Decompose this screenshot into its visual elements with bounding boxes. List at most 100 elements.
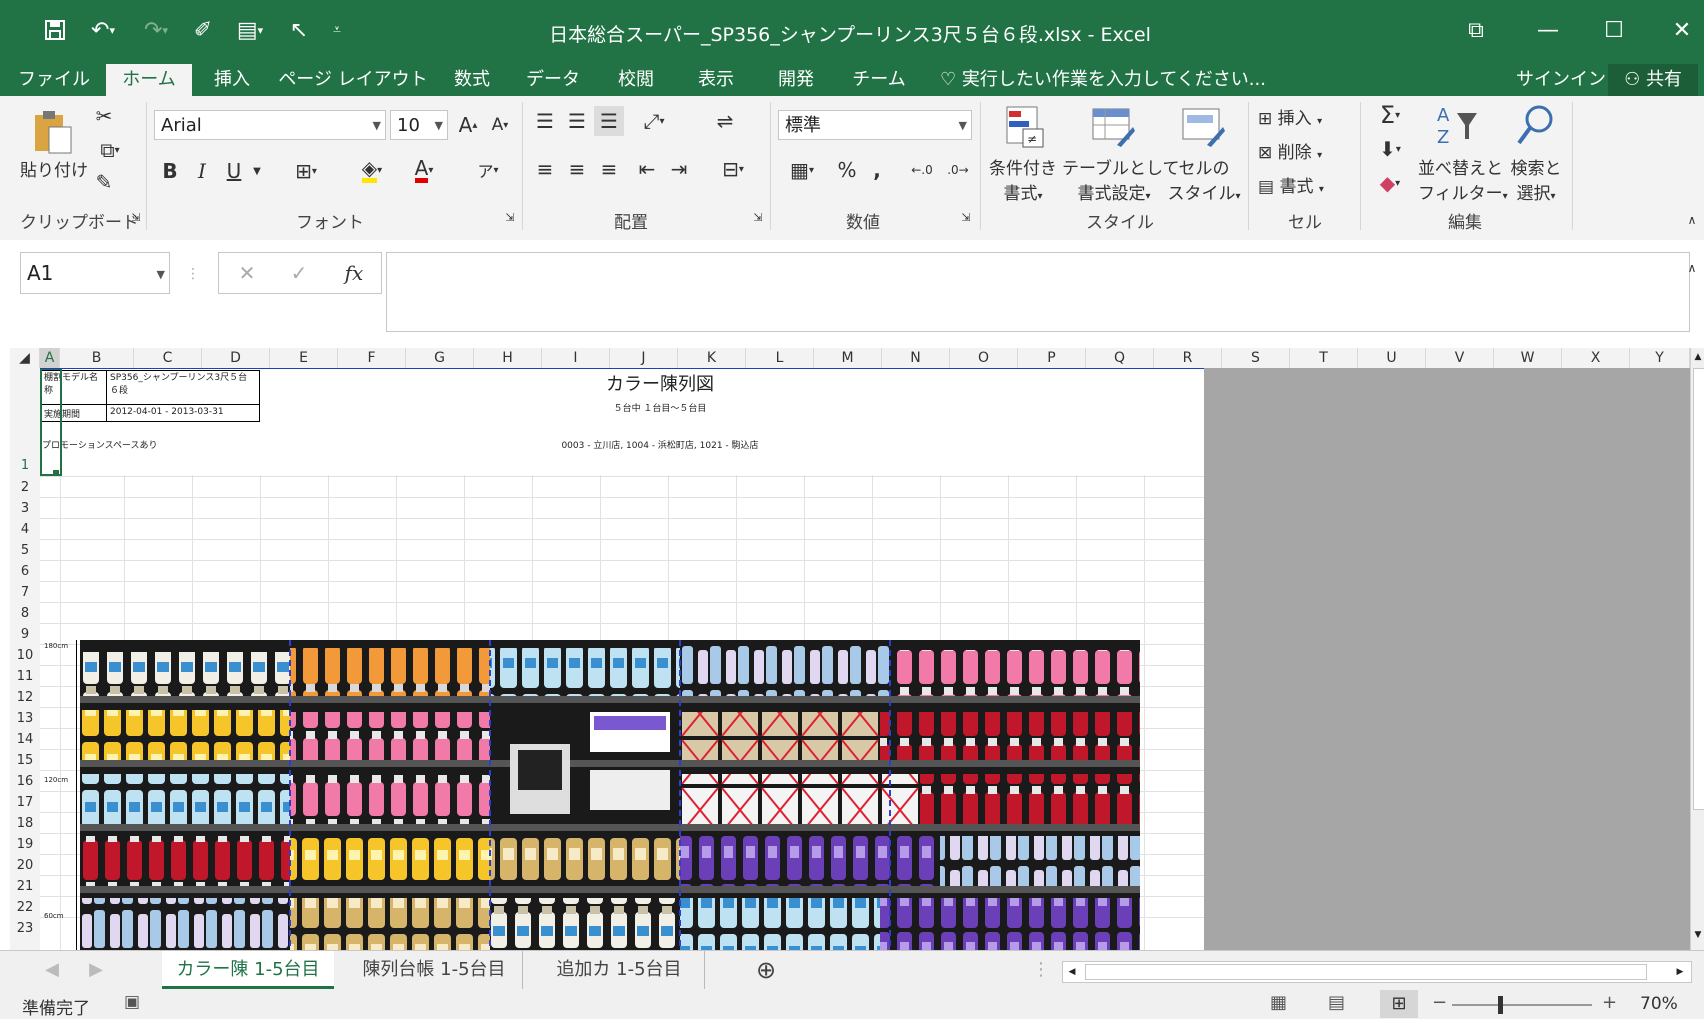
column-header[interactable]: O <box>950 348 1018 368</box>
align-top-icon[interactable]: ☰ <box>530 106 560 136</box>
cancel-entry-icon[interactable]: ✕ <box>232 254 262 292</box>
alignment-launcher-icon[interactable]: ⇲ <box>750 208 766 226</box>
customize-quick-access-icon[interactable]: ⩡ <box>322 14 352 46</box>
paste-quick-icon[interactable]: ▤ ▾ <box>228 14 272 46</box>
column-header[interactable]: C <box>134 348 202 368</box>
column-header[interactable]: D <box>202 348 270 368</box>
align-middle-icon[interactable]: ☰ <box>562 106 592 136</box>
tab-formulas[interactable]: 数式 <box>440 64 504 96</box>
zoom-out-icon[interactable]: − <box>1432 992 1447 1013</box>
increase-indent-icon[interactable]: ⇥ <box>664 154 694 184</box>
column-header[interactable]: P <box>1018 348 1086 368</box>
decrease-decimal-icon[interactable]: .0→ <box>942 154 974 186</box>
tell-me-search[interactable]: ♡ 実行したい作業を入力してください... <box>940 64 1266 96</box>
phonetic-icon[interactable]: ア ▾ <box>466 154 510 186</box>
row-header[interactable]: 22 <box>10 900 40 915</box>
row-header[interactable]: 2 <box>10 480 40 495</box>
column-header[interactable]: K <box>678 348 746 368</box>
paste-icon[interactable] <box>28 106 78 156</box>
column-header[interactable]: S <box>1222 348 1290 368</box>
tab-data[interactable]: データ <box>520 64 586 96</box>
column-header[interactable]: Q <box>1086 348 1154 368</box>
column-header[interactable]: M <box>814 348 882 368</box>
scroll-up-icon[interactable]: ▲ <box>1691 352 1704 366</box>
row-header[interactable]: 3 <box>10 501 40 516</box>
column-header[interactable]: I <box>542 348 610 368</box>
font-size-select[interactable]: 10 ▼ <box>390 110 448 140</box>
column-header[interactable]: J <box>610 348 678 368</box>
sheet-tab-additional[interactable]: 追加カ 1-5台目 <box>534 951 705 989</box>
increase-font-icon[interactable]: A ▴ <box>454 110 482 140</box>
wrap-text-icon[interactable]: ⇌ <box>710 106 740 136</box>
copy-icon[interactable]: ⧉ ▾ <box>90 136 130 164</box>
italic-button[interactable]: I <box>190 156 214 186</box>
row-header[interactable]: 14 <box>10 732 40 747</box>
tab-view[interactable]: 表示 <box>684 64 748 96</box>
column-header[interactable]: U <box>1358 348 1426 368</box>
column-header[interactable]: R <box>1154 348 1222 368</box>
row-header[interactable]: 10 <box>10 648 40 663</box>
macro-record-icon[interactable]: ▣ <box>124 992 140 1012</box>
tab-page-layout[interactable]: ページ レイアウト <box>278 64 428 96</box>
row-header[interactable]: 4 <box>10 522 40 537</box>
drag-handle-icon[interactable]: ⋮ <box>186 254 200 294</box>
comma-button[interactable]: , <box>864 154 890 186</box>
confirm-entry-icon[interactable]: ✓ <box>284 254 314 292</box>
row-header[interactable]: 7 <box>10 585 40 600</box>
column-header[interactable]: E <box>270 348 338 368</box>
cell-styles-icon[interactable] <box>1180 104 1226 150</box>
sort-filter-label[interactable]: 並べ替えと フィルター▾ <box>1418 154 1508 204</box>
normal-view-icon[interactable]: ▦ <box>1270 992 1287 1013</box>
tab-team[interactable]: チーム <box>844 64 914 96</box>
share-button[interactable]: ⚇ 共有 <box>1608 64 1698 96</box>
tab-review[interactable]: 校閲 <box>604 64 668 96</box>
column-header[interactable]: N <box>882 348 950 368</box>
zoom-slider-thumb[interactable] <box>1498 996 1503 1014</box>
borders-icon[interactable]: ⊞ ▾ <box>284 156 328 186</box>
font-launcher-icon[interactable]: ⇲ <box>502 208 518 226</box>
percent-button[interactable]: % <box>832 154 862 186</box>
column-header[interactable]: W <box>1494 348 1562 368</box>
tab-split-handle-icon[interactable]: ⋮ <box>1032 951 1050 989</box>
insert-cells-button[interactable]: ⊞ 挿入 ▾ <box>1258 104 1322 129</box>
fill-handle[interactable] <box>53 470 59 476</box>
column-header[interactable]: Y <box>1630 348 1690 368</box>
name-box[interactable]: A1 ▼ <box>20 252 170 294</box>
pointer-icon[interactable]: ↖ <box>282 14 316 46</box>
column-header[interactable]: X <box>1562 348 1630 368</box>
find-select-icon[interactable] <box>1512 102 1558 148</box>
format-as-table-label[interactable]: テーブルとして 書式設定▾ <box>1062 154 1179 204</box>
format-cells-button[interactable]: ▤ 書式 ▾ <box>1258 172 1324 197</box>
bold-button[interactable]: B <box>158 156 182 186</box>
fill-color-icon[interactable]: ◈ ▾ <box>350 154 394 186</box>
scroll-left-icon[interactable]: ◀ <box>1063 962 1081 982</box>
zoom-in-icon[interactable]: + <box>1602 992 1617 1013</box>
currency-icon[interactable]: ▦ ▾ <box>780 154 824 186</box>
row-header[interactable]: 21 <box>10 879 40 894</box>
font-color-icon[interactable]: A ▾ <box>402 154 446 186</box>
column-header[interactable]: T <box>1290 348 1358 368</box>
row-header[interactable]: 18 <box>10 816 40 831</box>
tab-insert[interactable]: 挿入 <box>200 64 264 96</box>
row-header[interactable]: 17 <box>10 795 40 810</box>
row-header[interactable]: 19 <box>10 837 40 852</box>
column-header[interactable]: H <box>474 348 542 368</box>
redo-icon[interactable]: ↷ ▾ <box>134 14 178 46</box>
row-header[interactable]: 11 <box>10 669 40 684</box>
tab-home[interactable]: ホーム <box>106 64 192 96</box>
sort-filter-icon[interactable]: AZ <box>1434 102 1480 148</box>
format-as-table-icon[interactable] <box>1090 104 1136 150</box>
decrease-font-icon[interactable]: A ▾ <box>486 110 514 140</box>
clipboard-launcher-icon[interactable]: ⇲ <box>128 208 144 226</box>
close-button[interactable]: ✕ <box>1662 12 1702 48</box>
collapse-ribbon-icon[interactable]: ∧ <box>1684 212 1700 228</box>
undo-icon[interactable]: ↶ ▾ <box>80 14 126 46</box>
scroll-right-icon[interactable]: ▶ <box>1671 962 1689 982</box>
horizontal-scroll-thumb[interactable] <box>1085 964 1647 980</box>
prev-sheet-icon[interactable]: ◀ <box>40 951 64 989</box>
format-painter-icon[interactable]: ✎ <box>90 168 118 196</box>
delete-cells-button[interactable]: ⊠ 削除 ▾ <box>1258 138 1322 163</box>
font-name-select[interactable]: Arial ▼ <box>154 110 386 140</box>
row-header[interactable]: 23 <box>10 921 40 936</box>
page-layout-view-icon[interactable]: ▤ <box>1328 992 1345 1013</box>
